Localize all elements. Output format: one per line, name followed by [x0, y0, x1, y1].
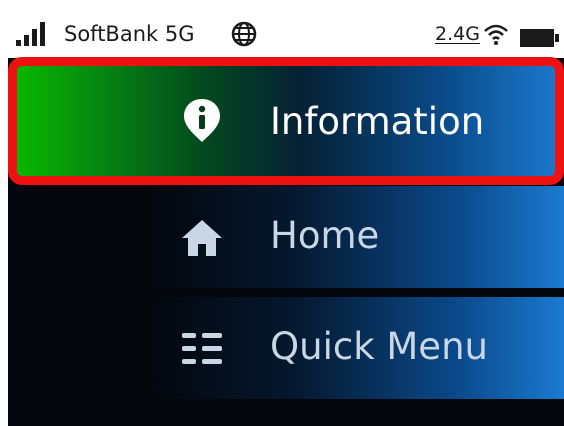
home-icon — [182, 220, 222, 256]
menu-item-label: Quick Menu — [270, 325, 488, 368]
signal-icon — [16, 22, 45, 46]
globe-icon — [231, 21, 257, 47]
menu-item-label: Information — [270, 100, 485, 143]
info-location-icon — [184, 99, 220, 142]
menu-item-home[interactable]: Home — [148, 186, 564, 288]
carrier-name: SoftBank 5G — [64, 22, 195, 46]
status-bar: SoftBank 5G 2.4G — [8, 10, 564, 58]
menu-item-label: Home — [270, 214, 380, 257]
menu-list-icon — [182, 333, 222, 364]
menu-item-quick-menu[interactable]: Quick Menu — [148, 297, 564, 399]
menu-item-information[interactable]: Information — [16, 66, 562, 178]
device-screen: SoftBank 5G 2.4G Information Home Quick … — [8, 10, 564, 426]
battery-icon — [520, 29, 559, 47]
wifi-band: 2.4G — [435, 23, 480, 45]
wifi-icon — [484, 24, 508, 45]
